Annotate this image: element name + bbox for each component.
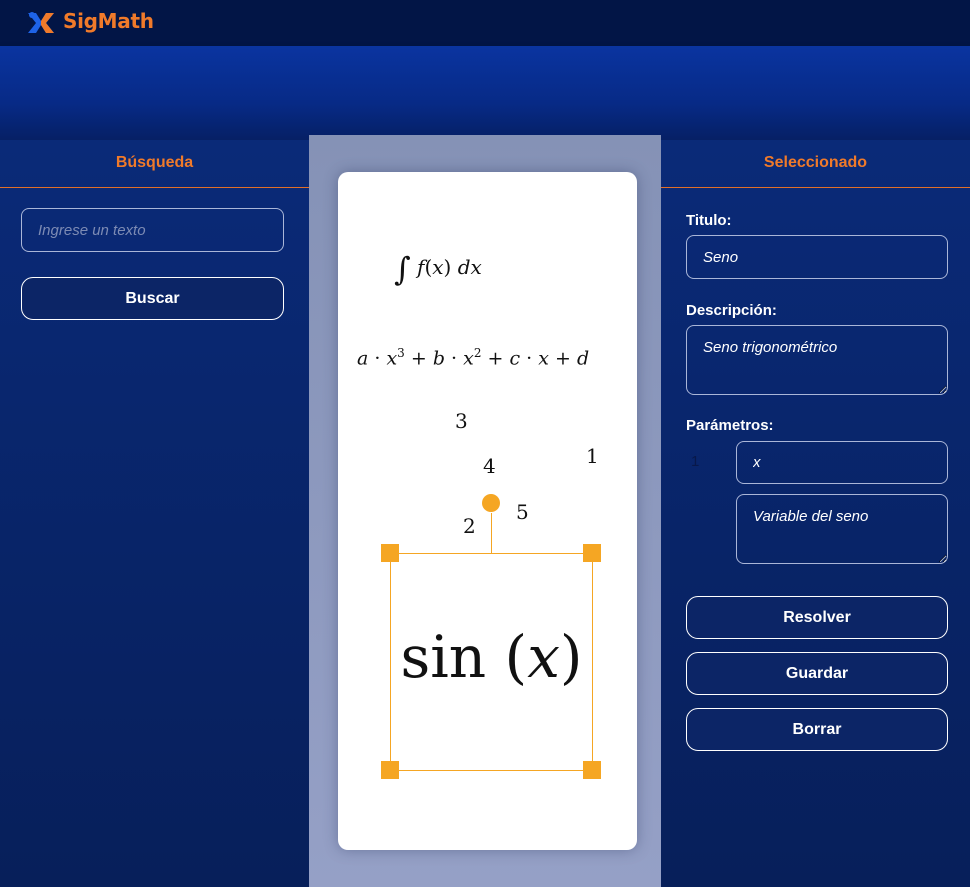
selected-panel: Seleccionado Titulo: Descripción: Seno t… <box>661 140 970 887</box>
search-input[interactable] <box>21 208 284 252</box>
canvas-label: 5 <box>516 500 529 524</box>
canvas-label: 2 <box>463 514 476 538</box>
resize-handle-top-left[interactable] <box>381 544 399 562</box>
formula-sine[interactable]: sin (x) <box>391 622 592 692</box>
title-input[interactable] <box>686 235 948 279</box>
resize-handle-bottom-right[interactable] <box>583 761 601 779</box>
header-banner <box>0 46 970 142</box>
sigmath-logo-icon <box>28 12 54 33</box>
formula-polynomial[interactable]: a · x3 + b · x2 + c · x + d <box>357 346 589 369</box>
parameters-label: Parámetros: <box>686 417 774 434</box>
canvas-label: 3 <box>455 409 468 433</box>
delete-button[interactable]: Borrar <box>686 708 948 751</box>
save-button[interactable]: Guardar <box>686 652 948 695</box>
canvas-label: 1 <box>586 444 599 468</box>
description-label: Descripción: <box>686 302 777 319</box>
formula-canvas[interactable]: ∫ f(x) dx a · x3 + b · x2 + c · x + d 3 … <box>338 172 637 850</box>
description-textarea[interactable]: Seno trigonométrico <box>686 325 948 395</box>
selected-panel-divider <box>661 187 970 188</box>
app-name[interactable]: SigMath <box>63 9 154 33</box>
rotation-handle[interactable] <box>482 494 500 512</box>
top-bar: SigMath <box>0 0 970 46</box>
resize-handle-top-right[interactable] <box>583 544 601 562</box>
formula-integral[interactable]: ∫ f(x) dx <box>394 250 482 288</box>
canvas-label: 4 <box>483 454 496 478</box>
search-button[interactable]: Buscar <box>21 277 284 320</box>
search-panel-divider <box>0 187 309 188</box>
parameter-name-input[interactable] <box>736 441 948 484</box>
search-panel: Búsqueda Buscar <box>0 140 309 887</box>
canvas-stage: ∫ f(x) dx a · x3 + b · x2 + c · x + d 3 … <box>309 135 661 887</box>
solve-button[interactable]: Resolver <box>686 596 948 639</box>
resize-handle-bottom-left[interactable] <box>381 761 399 779</box>
rotation-line <box>491 513 492 553</box>
search-panel-title: Búsqueda <box>115 154 194 171</box>
parameter-description-textarea[interactable]: Variable del seno <box>736 494 948 564</box>
parameter-index: 1 <box>691 453 700 470</box>
selected-panel-title: Seleccionado <box>763 154 868 171</box>
selection-box[interactable]: sin (x) <box>390 553 593 771</box>
title-label: Titulo: <box>686 212 732 229</box>
